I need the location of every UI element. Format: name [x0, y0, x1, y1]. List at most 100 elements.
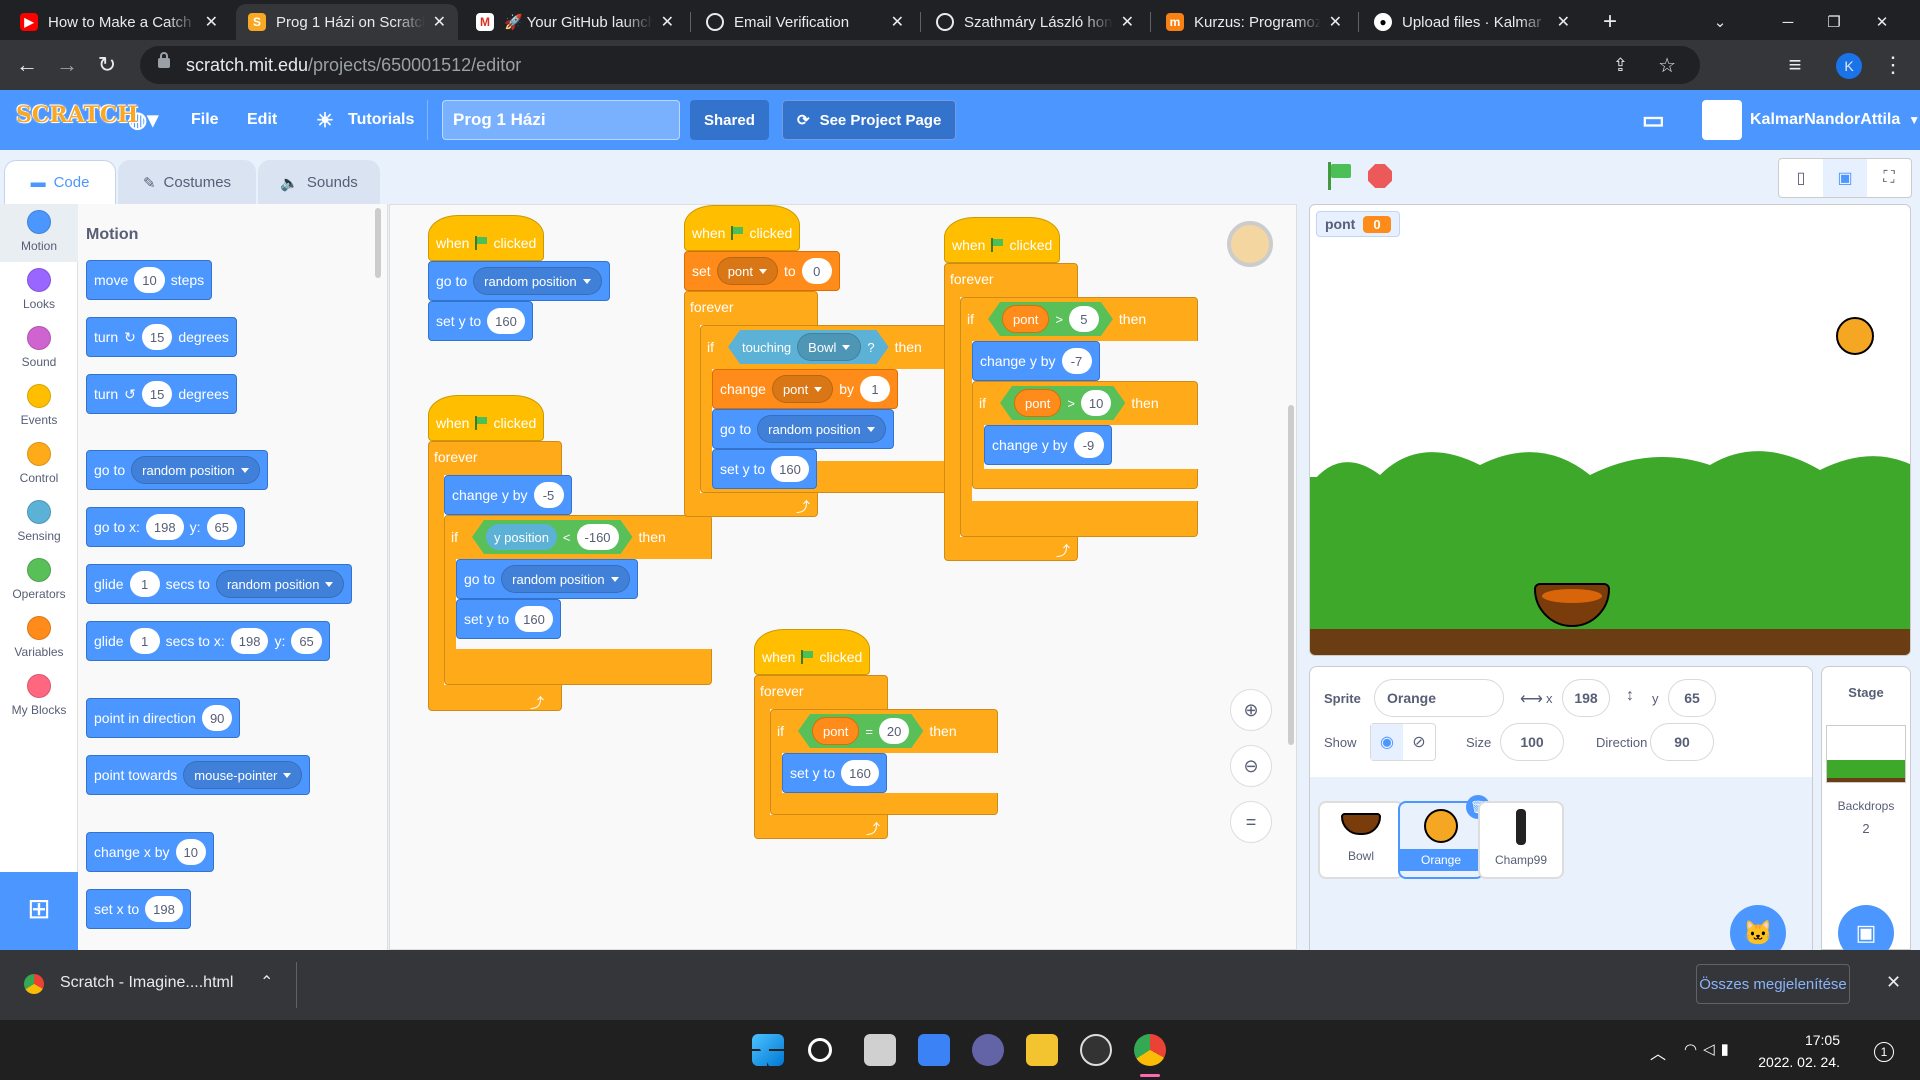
- clock-time[interactable]: 17:05: [1770, 1032, 1840, 1048]
- block-goto-random[interactable]: go to random position: [712, 409, 894, 449]
- browser-tab[interactable]: Szathmáry László hon ✕: [924, 4, 1146, 40]
- task-view-icon[interactable]: [864, 1034, 896, 1066]
- widgets-icon[interactable]: [918, 1034, 950, 1066]
- block-goto-xy[interactable]: go to x: 198 y: 65: [86, 507, 245, 547]
- block-move-steps[interactable]: move 10 steps: [86, 260, 213, 300]
- shared-button[interactable]: Shared: [690, 100, 769, 140]
- media-control-icon[interactable]: ≡: [1778, 48, 1812, 82]
- when-flag-clicked-hat[interactable]: when clicked: [754, 629, 871, 675]
- sprite-tile-champ99[interactable]: Champ99: [1478, 801, 1564, 879]
- clock-date[interactable]: 2022. 02. 24.: [1740, 1054, 1840, 1070]
- block-change-y[interactable]: change y by -5: [444, 475, 572, 515]
- tab-sounds[interactable]: 🔈 Sounds: [258, 160, 380, 204]
- stage-canvas[interactable]: pont 0: [1309, 204, 1911, 656]
- see-project-page-button[interactable]: ⟳ See Project Page: [782, 100, 957, 140]
- when-flag-clicked-hat[interactable]: when clicked: [684, 205, 801, 251]
- zoom-reset-button[interactable]: =: [1230, 801, 1272, 843]
- close-download-bar-icon[interactable]: ✕: [1886, 972, 1901, 993]
- user-account-menu[interactable]: KalmarNandorAttila ▼: [1702, 90, 1920, 150]
- block-change-y[interactable]: change y by -7: [972, 341, 1100, 381]
- sprite-tile-bowl[interactable]: Bowl: [1318, 801, 1404, 879]
- variable-monitor[interactable]: pont 0: [1316, 211, 1400, 237]
- block-point-towards[interactable]: point towards mouse-pointer: [86, 755, 311, 795]
- block-goto-random[interactable]: go to random position: [428, 261, 610, 301]
- sprite-tile-orange[interactable]: Orange 🗑: [1398, 795, 1490, 879]
- block-turn-right[interactable]: turn ↻ 15 degrees: [86, 317, 237, 357]
- block-set-y[interactable]: set y to 160: [428, 301, 533, 341]
- file-explorer-icon[interactable]: [1026, 1034, 1058, 1066]
- category-motion[interactable]: Motion: [0, 204, 78, 262]
- sprite-x-input[interactable]: 198: [1562, 679, 1610, 717]
- workspace-scrollbar[interactable]: [1288, 405, 1294, 745]
- stop-button[interactable]: [1368, 164, 1392, 188]
- category-my-blocks[interactable]: My Blocks: [0, 668, 78, 726]
- close-tab-icon[interactable]: ✕: [1557, 12, 1570, 32]
- tutorials-menu[interactable]: Tutorials: [348, 90, 414, 150]
- profile-avatar[interactable]: K: [1836, 53, 1862, 79]
- block-point-direction[interactable]: point in direction 90: [86, 698, 241, 738]
- sprite-name-input[interactable]: Orange: [1374, 679, 1504, 717]
- scratch-logo[interactable]: SCRATCH: [16, 102, 138, 128]
- small-stage-icon[interactable]: ▯: [1779, 159, 1823, 197]
- sprite-size-input[interactable]: 100: [1500, 723, 1564, 761]
- url-input[interactable]: scratch.mit.edu/projects/650001512/edito…: [140, 46, 1700, 84]
- show-all-downloads-button[interactable]: Összes megjelenítése: [1696, 964, 1850, 1004]
- hide-eye-icon[interactable]: ⊘: [1403, 724, 1435, 760]
- sprite-direction-input[interactable]: 90: [1650, 723, 1714, 761]
- block-set-y[interactable]: set y to 160: [712, 449, 817, 489]
- forward-icon[interactable]: →: [50, 48, 84, 82]
- stage-target-panel[interactable]: Stage Backdrops 2 ▣: [1821, 666, 1911, 961]
- search-icon[interactable]: [808, 1038, 832, 1062]
- when-flag-clicked-hat[interactable]: when clicked: [428, 215, 545, 261]
- add-extension-button[interactable]: ⊞: [0, 872, 78, 950]
- tab-search-icon[interactable]: ⌄: [1700, 4, 1740, 40]
- chevron-up-icon[interactable]: ⌃: [260, 972, 273, 992]
- media-player-icon[interactable]: [1080, 1034, 1112, 1066]
- browser-tab[interactable]: m Kurzus: Programozás ✕: [1154, 4, 1354, 40]
- block-turn-left[interactable]: turn ↺ 15 degrees: [86, 374, 237, 414]
- reload-icon[interactable]: ↻: [90, 48, 124, 82]
- back-icon[interactable]: ←: [10, 48, 44, 82]
- category-looks[interactable]: Looks: [0, 262, 78, 320]
- large-stage-icon[interactable]: ▣: [1823, 159, 1867, 197]
- tray-wifi-volume-battery-icon[interactable]: ◠◁▮: [1684, 1040, 1735, 1058]
- my-stuff-folder-icon[interactable]: ▭: [1642, 90, 1665, 150]
- close-tab-icon[interactable]: ✕: [891, 12, 904, 32]
- restore-icon[interactable]: ❐: [1814, 4, 1854, 40]
- block-goto-random[interactable]: go to random position: [456, 559, 638, 599]
- block-change-variable[interactable]: change pont by 1: [712, 369, 899, 409]
- category-events[interactable]: Events: [0, 378, 78, 436]
- download-filename[interactable]: Scratch - Imagine....html: [60, 974, 233, 992]
- block-glide-xy[interactable]: glide 1 secs to x: 198 y: 65: [86, 621, 330, 661]
- tab-code[interactable]: ▬ Code: [4, 160, 116, 204]
- browser-tab[interactable]: Email Verification ✕: [694, 4, 916, 40]
- block-set-variable[interactable]: set pont to 0: [684, 251, 840, 291]
- block-change-y[interactable]: change y by -9: [984, 425, 1112, 465]
- category-operators[interactable]: Operators: [0, 552, 78, 610]
- block-goto-random[interactable]: go to random position: [86, 450, 268, 490]
- sprite-y-input[interactable]: 65: [1668, 679, 1716, 717]
- share-icon[interactable]: ⇪: [1613, 55, 1628, 76]
- orange-sprite[interactable]: [1836, 317, 1874, 355]
- browser-menu-icon[interactable]: ⋮: [1876, 48, 1910, 82]
- zoom-in-button[interactable]: ⊕: [1230, 689, 1272, 731]
- category-control[interactable]: Control: [0, 436, 78, 494]
- edit-menu[interactable]: Edit: [247, 90, 277, 150]
- window-close-icon[interactable]: ✕: [1862, 4, 1902, 40]
- script-workspace[interactable]: when clicked go to random position set y t…: [389, 204, 1297, 950]
- show-eye-icon[interactable]: ◉: [1371, 724, 1403, 760]
- file-menu[interactable]: File: [191, 90, 219, 150]
- close-tab-icon[interactable]: ✕: [1329, 12, 1342, 32]
- tab-costumes[interactable]: ✎ Costumes: [118, 160, 256, 204]
- chrome-taskbar-icon[interactable]: [1134, 1034, 1166, 1066]
- project-title-input[interactable]: Prog 1 Házi: [442, 100, 680, 140]
- new-tab-button[interactable]: +: [1590, 4, 1630, 40]
- category-sensing[interactable]: Sensing: [0, 494, 78, 552]
- block-set-y[interactable]: set y to 160: [782, 753, 887, 793]
- block-set-x[interactable]: set x to 198: [86, 889, 191, 929]
- category-sound[interactable]: Sound: [0, 320, 78, 378]
- close-tab-icon[interactable]: ✕: [661, 12, 674, 32]
- when-flag-clicked-hat[interactable]: when clicked: [944, 217, 1061, 263]
- teams-chat-icon[interactable]: [972, 1034, 1004, 1066]
- green-flag-button[interactable]: [1326, 162, 1351, 190]
